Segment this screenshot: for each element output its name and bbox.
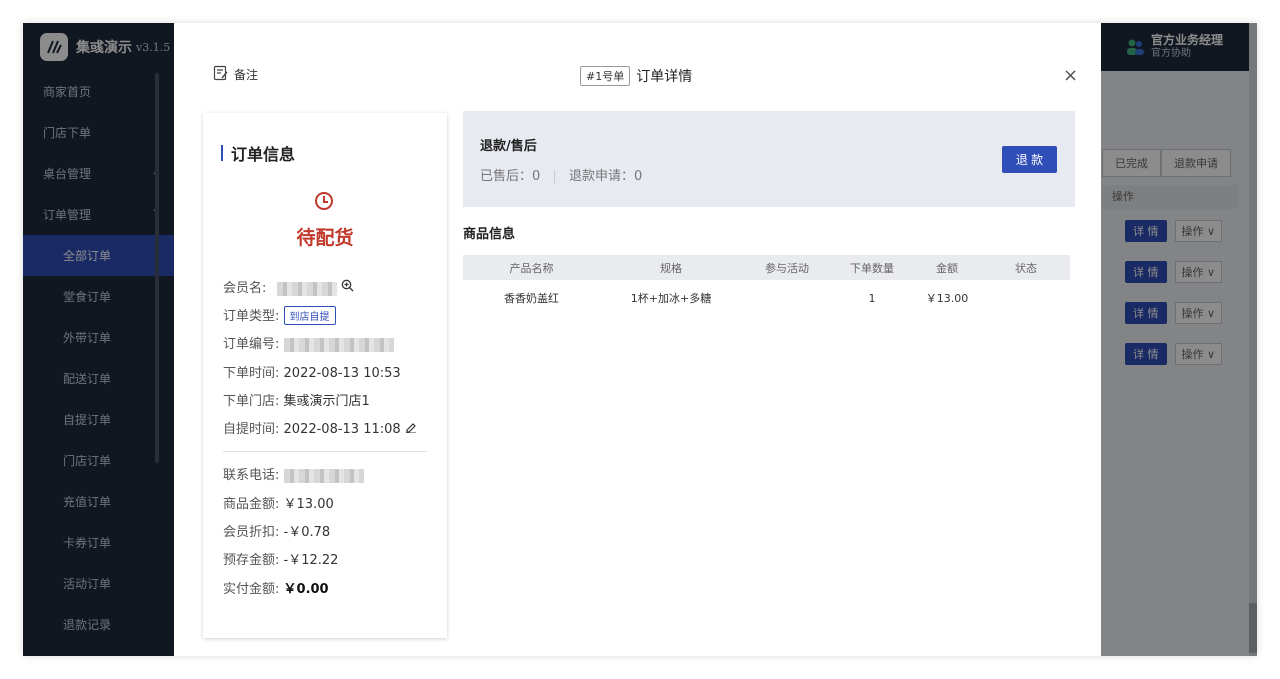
quantity-cell: 1 xyxy=(868,291,876,305)
app-window: 集彧演示 v3.1.5 商家首页 门店下单 桌台管理⌄ 订单管理⌃ 全部订单 堂… xyxy=(23,23,1257,656)
member-row: 会员名: xyxy=(223,277,354,296)
order-number-row: 订单编号: xyxy=(223,333,394,352)
goods-table: 产品名称 规格 参与活动 下单数量 金额 状态 香香奶盖红 1杯+加冰+多糖 1… xyxy=(463,255,1070,316)
refund-panel: 退款/售后 已售后：0 | 退款申请：0 退 款 xyxy=(463,111,1075,207)
order-type-row: 订单类型: 到店自提 xyxy=(223,305,336,325)
prepaid-label: 预存金额: xyxy=(223,553,280,568)
order-info-card: 订单信息 待配货 会员名: 订单类型: 到店自提 订单编号: 下单时间: 202… xyxy=(203,113,447,638)
goods-amount-label: 商品金额: xyxy=(223,497,280,512)
refund-title: 退款/售后 xyxy=(480,139,537,154)
goods-amount-row: 商品金额: ￥13.00 xyxy=(223,493,334,512)
modal-header: 备注 #1号单 订单详情 × xyxy=(174,23,1101,113)
discount-value: -￥0.78 xyxy=(283,525,331,540)
clock-icon xyxy=(315,192,333,210)
column-header: 规格 xyxy=(600,255,742,280)
paid-label: 实付金额: xyxy=(223,582,280,597)
amount-cell: ￥13.00 xyxy=(925,292,969,305)
order-time-row: 下单时间: 2022-08-13 10:53 xyxy=(223,362,401,381)
goods-amount-value: ￥13.00 xyxy=(283,497,334,512)
edit-pencil-icon[interactable] xyxy=(405,422,417,437)
activity-cell xyxy=(742,280,832,316)
refund-button[interactable]: 退 款 xyxy=(1002,146,1057,173)
column-header: 参与活动 xyxy=(742,255,832,280)
column-header: 金额 xyxy=(912,255,982,280)
refund-apply-count: 退款申请：0 xyxy=(568,169,643,184)
store-value: 集彧演示门店1 xyxy=(283,394,370,409)
order-type-label: 订单类型: xyxy=(223,309,280,324)
member-name-redacted xyxy=(276,281,337,296)
modal-title-group: #1号单 订单详情 xyxy=(580,66,692,86)
spec-cell: 1杯+加冰+多糖 xyxy=(600,280,742,316)
order-status: 待配货 xyxy=(296,227,354,249)
order-number-tag: #1号单 xyxy=(580,66,631,86)
pickup-time-value: 2022-08-13 11:08 xyxy=(283,422,401,437)
phone-label: 联系电话: xyxy=(223,468,280,483)
status-cell xyxy=(982,280,1070,316)
close-icon[interactable]: × xyxy=(1063,65,1078,86)
after-sale-count: 已售后：0 xyxy=(480,169,541,184)
member-label: 会员名: xyxy=(223,281,267,296)
stat-separator: | xyxy=(552,169,557,184)
pickup-time-row: 自提时间: 2022-08-13 11:08 xyxy=(223,418,417,437)
goods-title: 商品信息 xyxy=(463,227,516,242)
pickup-time-label: 自提时间: xyxy=(223,422,280,437)
store-row: 下单门店: 集彧演示门店1 xyxy=(223,390,370,409)
prepaid-value: -￥12.22 xyxy=(283,553,339,568)
column-header: 状态 xyxy=(982,255,1070,280)
remark-label: 备注 xyxy=(234,68,259,82)
modal-title: 订单详情 xyxy=(636,69,693,85)
store-label: 下单门店: xyxy=(223,394,280,409)
section-title-text: 订单信息 xyxy=(231,145,296,164)
order-detail-modal: 备注 #1号单 订单详情 × 订单信息 待配货 会员名: 订单类型: 到店自提 … xyxy=(174,23,1101,656)
column-header: 下单数量 xyxy=(832,255,912,280)
edit-note-icon xyxy=(213,65,229,84)
paid-value: ￥0.00 xyxy=(283,582,329,597)
order-number-redacted xyxy=(283,337,394,352)
order-number-label: 订单编号: xyxy=(223,337,280,352)
divider xyxy=(223,451,427,452)
prepaid-row: 预存金额: -￥12.22 xyxy=(223,549,338,568)
table-row: 香香奶盖红 1杯+加冰+多糖 1 ￥13.00 xyxy=(463,280,1070,316)
phone-row: 联系电话: xyxy=(223,464,364,483)
table-header-row: 产品名称 规格 参与活动 下单数量 金额 状态 xyxy=(463,255,1070,280)
order-time-value: 2022-08-13 10:53 xyxy=(283,366,401,381)
refund-stats: 已售后：0 | 退款申请：0 xyxy=(480,165,642,184)
order-time-label: 下单时间: xyxy=(223,366,280,381)
discount-row: 会员折扣: -￥0.78 xyxy=(223,521,330,540)
order-info-title: 订单信息 xyxy=(221,141,295,165)
product-name-cell: 香香奶盖红 xyxy=(504,292,559,305)
paid-row: 实付金额: ￥0.00 xyxy=(223,578,329,597)
title-accent-bar xyxy=(221,145,223,161)
column-header: 产品名称 xyxy=(463,255,600,280)
discount-label: 会员折扣: xyxy=(223,525,280,540)
order-type-badge: 到店自提 xyxy=(283,306,336,325)
remark-button[interactable]: 备注 xyxy=(213,65,258,84)
phone-redacted xyxy=(283,468,364,483)
zoom-in-icon[interactable] xyxy=(341,279,354,296)
